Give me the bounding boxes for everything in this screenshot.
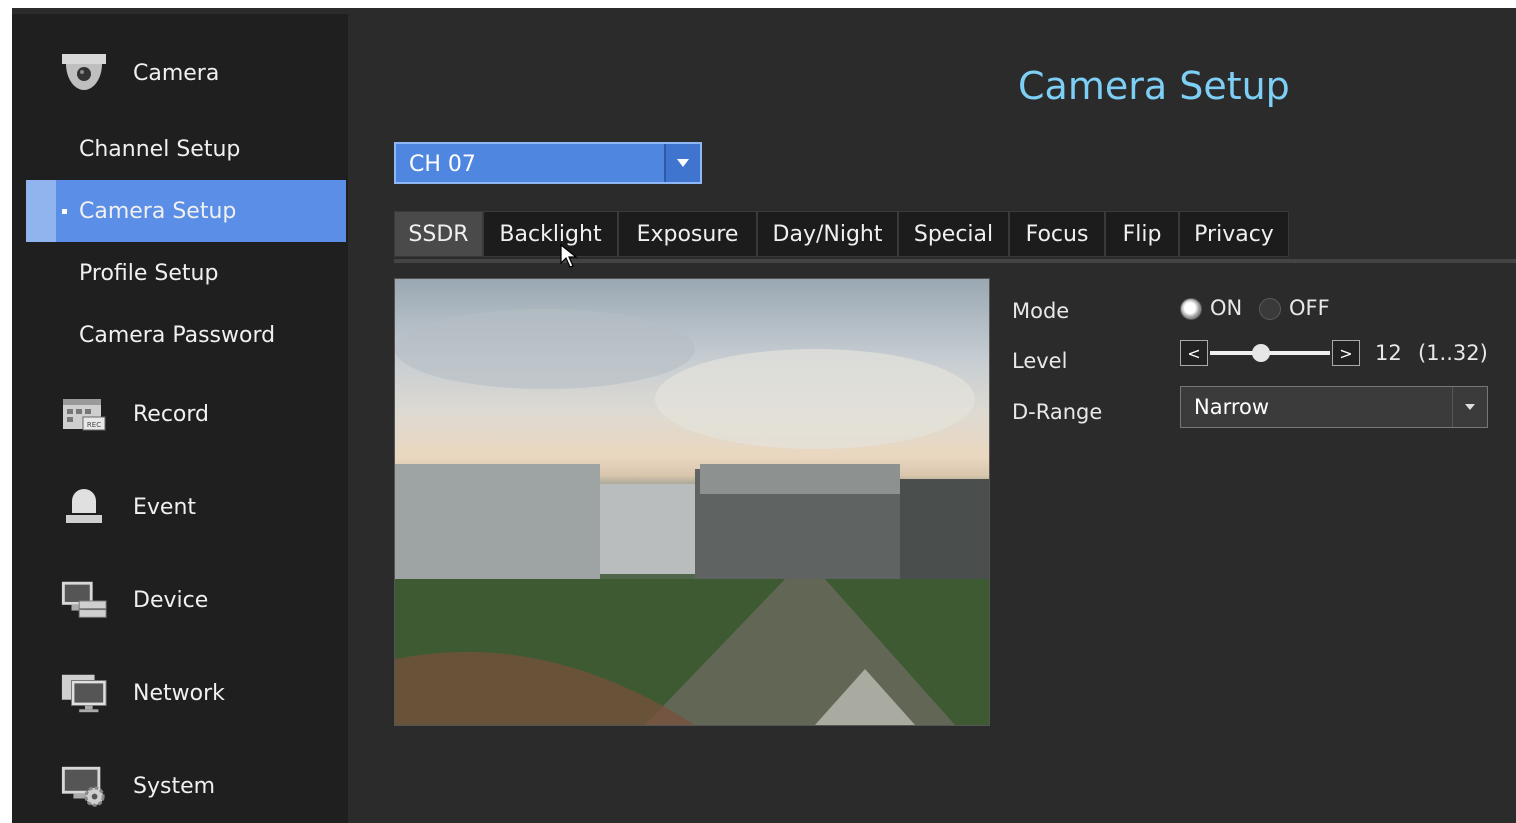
tab-exposure[interactable]: Exposure: [618, 211, 757, 257]
level-range: (1..32): [1418, 341, 1488, 365]
mode-off-label: OFF: [1289, 296, 1330, 320]
chevron-down-icon[interactable]: [664, 144, 700, 182]
sidebar-item-record[interactable]: REC Record: [12, 384, 348, 444]
dvr-screen: Camera Channel Setup Camera Setup Profil…: [12, 8, 1516, 823]
camera-icon: [60, 51, 108, 95]
record-icon: REC: [60, 392, 108, 436]
level-slider-thumb[interactable]: [1251, 344, 1270, 362]
tab-ssdr[interactable]: SSDR: [394, 211, 483, 257]
sidebar-item-label: System: [133, 773, 216, 799]
level-value: 12: [1375, 341, 1402, 365]
mode-off-radio[interactable]: [1259, 298, 1281, 320]
channel-select-value: CH 07: [409, 152, 476, 177]
sidebar-item-label: Network: [133, 680, 225, 706]
sidebar-item-event[interactable]: Event: [12, 477, 348, 537]
tab-backlight[interactable]: Backlight: [483, 211, 618, 257]
d-range-select[interactable]: Narrow: [1180, 386, 1488, 428]
d-range-value: Narrow: [1194, 395, 1270, 419]
tab-focus[interactable]: Focus: [1009, 211, 1105, 257]
chevron-down-icon[interactable]: [1452, 387, 1487, 427]
level-decrease-button[interactable]: <: [1180, 340, 1208, 366]
device-icon: [60, 578, 108, 622]
camera-preview: [394, 278, 990, 726]
event-icon: [60, 485, 108, 529]
svg-text:REC: REC: [87, 421, 101, 429]
tab-day-night[interactable]: Day/Night: [757, 211, 898, 257]
sidebar-subitem-label: Camera Password: [79, 322, 276, 348]
active-indicator: [26, 180, 56, 242]
sidebar-subitem-channel-setup[interactable]: Channel Setup: [26, 118, 346, 180]
mode-on-label: ON: [1210, 296, 1243, 320]
camera-preview-image: [395, 309, 989, 725]
mode-on-radio[interactable]: [1180, 298, 1202, 320]
d-range-label: D-Range: [1012, 400, 1103, 424]
sidebar-subitem-camera-setup[interactable]: Camera Setup: [26, 180, 346, 242]
settings-tabs: SSDR Backlight Exposure Day/Night Specia…: [394, 211, 1289, 259]
sidebar-subitem-label: Channel Setup: [79, 136, 241, 162]
system-icon: [60, 764, 108, 808]
sidebar-item-label: Event: [133, 494, 197, 520]
sidebar-item-network[interactable]: Network: [12, 663, 348, 723]
active-dot: [62, 209, 67, 214]
sidebar-subitem-camera-password[interactable]: Camera Password: [26, 304, 346, 366]
channel-select[interactable]: CH 07: [394, 142, 702, 184]
network-icon: [60, 671, 108, 715]
sidebar-item-label: Record: [133, 401, 210, 427]
level-increase-button[interactable]: >: [1332, 340, 1360, 366]
tab-flip[interactable]: Flip: [1105, 211, 1179, 257]
tab-special[interactable]: Special: [898, 211, 1009, 257]
mode-label: Mode: [1012, 299, 1070, 323]
mouse-cursor-icon: [560, 244, 578, 268]
sidebar: Camera Channel Setup Camera Setup Profil…: [12, 14, 348, 823]
sidebar-subitem-label: Camera Setup: [79, 198, 237, 224]
sidebar-item-camera[interactable]: Camera: [12, 43, 348, 103]
sidebar-item-label: Camera: [133, 60, 220, 86]
level-label: Level: [1012, 349, 1068, 373]
sidebar-subitem-profile-setup[interactable]: Profile Setup: [26, 242, 346, 304]
sidebar-item-label: Device: [133, 587, 209, 613]
sidebar-item-system[interactable]: System: [12, 756, 348, 816]
page-title: Camera Setup: [1018, 64, 1290, 108]
tab-privacy[interactable]: Privacy: [1179, 211, 1289, 257]
sidebar-subitem-label: Profile Setup: [79, 260, 219, 286]
level-slider-track[interactable]: [1210, 351, 1330, 355]
sidebar-item-device[interactable]: Device: [12, 570, 348, 630]
